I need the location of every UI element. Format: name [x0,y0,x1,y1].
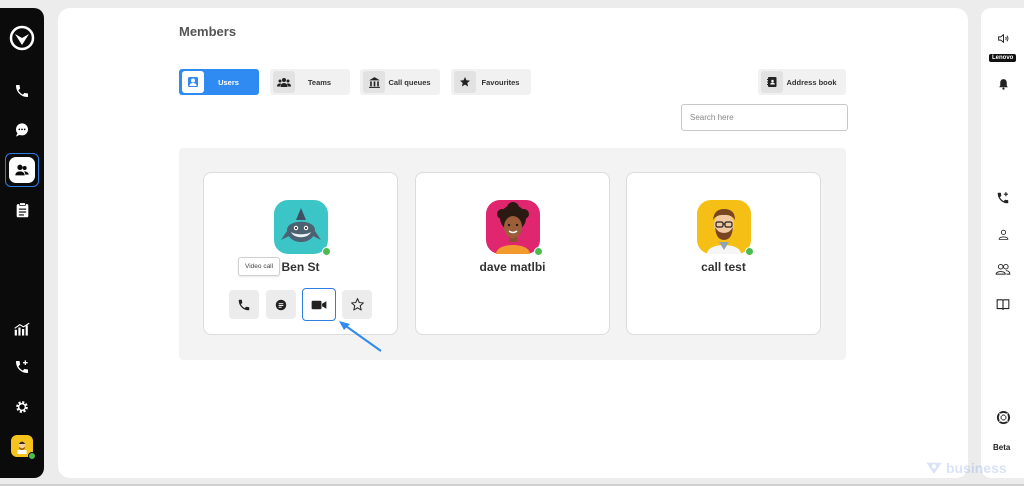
phone-plus-icon [16,360,28,373]
directory-button[interactable] [991,292,1015,316]
brand-watermark: business [925,460,1007,476]
phone-icon [16,85,28,97]
book-icon [996,298,1010,310]
phone-icon [238,299,250,310]
team-icon [273,71,295,93]
beta-label: Beta [993,443,1011,452]
address-book-icon [761,71,783,93]
bar-chart-icon [14,322,30,336]
address-book-button[interactable]: Address book [758,69,846,95]
video-call-button[interactable] [302,288,336,321]
main-panel: Members Users Teams Call queues Favourit… [58,8,968,478]
avatar [274,200,331,256]
members-icon [15,164,29,176]
avatar [11,435,36,460]
man-avatar-icon [707,209,741,254]
star-icon [454,71,476,93]
app-logo[interactable] [6,22,38,54]
nav-settings[interactable] [6,391,38,423]
tab-teams[interactable]: Teams [270,69,350,95]
lifebuoy-icon [996,410,1010,424]
avatar [697,200,754,256]
video-camera-icon [311,300,327,309]
new-call-button[interactable] [991,186,1015,210]
call-button[interactable] [229,290,259,319]
video-call-tooltip: Video call [238,257,281,276]
gear-icon [16,401,28,413]
tab-users[interactable]: Users [179,69,259,95]
online-status-dot [745,247,754,256]
address-book-label: Address book [786,77,837,87]
bell-icon [998,79,1008,90]
star-outline-icon [350,298,364,311]
member-card[interactable]: dave matlbi [415,172,610,335]
tab-call-queues[interactable]: Call queues [360,69,440,95]
nav-chat[interactable] [6,114,38,146]
speaker-button[interactable] [991,26,1015,50]
profile-face-icon [17,441,27,454]
speaker-icon [997,33,1008,43]
clipboard-icon [16,202,28,218]
pointer-arrow [339,321,382,352]
tab-call-queues-label: Call queues [388,77,431,87]
nav-calls[interactable] [6,75,38,107]
user-icon [182,71,204,93]
phone-plus-icon [997,192,1009,204]
online-status-dot [28,452,36,460]
page-title: Members [179,24,237,39]
group-button[interactable] [991,257,1015,281]
nav-members[interactable] [5,153,39,187]
online-status-dot [322,247,331,256]
contact-button[interactable] [991,222,1015,246]
group-outline-icon [995,263,1011,275]
left-sidebar [0,8,44,478]
chat-bubble-icon [16,123,28,137]
member-card[interactable]: Ben St [203,172,398,335]
support-button[interactable] [991,405,1015,429]
avatar [486,200,543,256]
nav-notes[interactable] [6,194,38,226]
notifications-button[interactable] [991,72,1015,96]
nav-analytics[interactable] [6,313,38,345]
user-outline-icon [998,229,1008,240]
brand-logo-icon [926,462,942,474]
watermark-text: business [946,460,1007,476]
tab-teams-label: Teams [307,77,332,87]
tab-users-label: Users [218,77,239,87]
nav-profile[interactable] [6,430,38,462]
message-button[interactable] [266,290,296,319]
member-name: dave matlbi [479,260,546,274]
search-input[interactable] [681,104,848,131]
tab-favourites-label: Favourites [481,77,520,87]
chat-icon [275,299,287,310]
call-queue-icon [363,71,385,93]
online-status-dot [534,247,543,256]
device-label: Lenovo [989,54,1017,62]
tab-favourites[interactable]: Favourites [451,69,531,95]
members-nav-tile [9,157,35,183]
member-card[interactable]: call test [626,172,821,335]
member-name: call test [701,260,746,274]
shark-avatar-icon [281,208,321,242]
right-sidebar: Lenovo Beta [981,8,1024,478]
nav-add-call[interactable] [6,351,38,383]
member-name: Ben St [281,260,320,274]
woman-avatar-icon [496,202,530,254]
logo-icon [9,25,35,51]
